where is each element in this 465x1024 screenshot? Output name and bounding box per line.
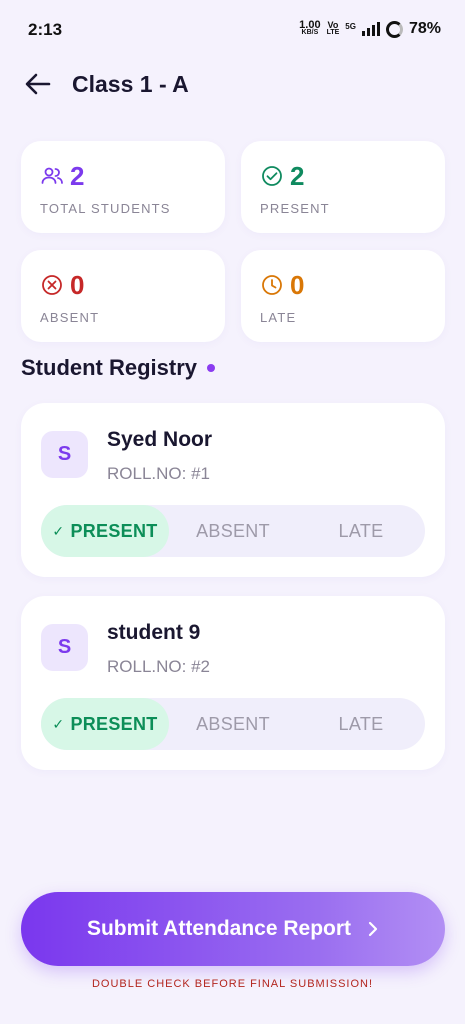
status-bar: 2:13 1.00 KB/S Vo LTE 5G 78% bbox=[0, 0, 465, 60]
live-dot-icon bbox=[207, 364, 216, 372]
avatar: S bbox=[41, 431, 88, 478]
registry-heading: Student Registry bbox=[21, 355, 216, 381]
stat-card-absent: 0 ABSENT bbox=[21, 250, 225, 342]
late-value: 0 bbox=[290, 270, 305, 300]
battery-ring-icon bbox=[385, 20, 403, 38]
present-option[interactable]: ✓ PRESENT bbox=[41, 505, 169, 557]
student-name: Syed Noor bbox=[107, 428, 213, 451]
stat-card-late: 0 LATE bbox=[241, 250, 445, 342]
student-card: S student 9 ROLL.NO: #2 ✓ PRESENT ABSENT… bbox=[21, 596, 445, 770]
chevron-right-icon bbox=[367, 921, 379, 937]
check-icon: ✓ bbox=[52, 715, 65, 732]
student-name: student 9 bbox=[107, 621, 201, 644]
stat-card-present: 2 PRESENT bbox=[241, 141, 445, 233]
avatar: S bbox=[41, 624, 88, 671]
submit-attendance-button[interactable]: Submit Attendance Report bbox=[21, 892, 445, 966]
network-type: 5G bbox=[345, 22, 356, 31]
absent-option[interactable]: ABSENT bbox=[169, 698, 297, 750]
total-students-label: TOTAL STUDENTS bbox=[40, 201, 171, 216]
absent-option[interactable]: ABSENT bbox=[169, 505, 297, 557]
attendance-toggle: ✓ PRESENT ABSENT LATE bbox=[41, 505, 425, 557]
back-button[interactable] bbox=[22, 68, 54, 100]
total-students-value: 2 bbox=[70, 161, 85, 191]
arrow-left-icon bbox=[25, 73, 51, 95]
late-option[interactable]: LATE bbox=[297, 505, 425, 557]
stat-card-total: 2 TOTAL STUDENTS bbox=[21, 141, 225, 233]
users-icon bbox=[40, 164, 64, 188]
battery-level: 78% bbox=[408, 20, 441, 37]
late-label: LATE bbox=[260, 310, 297, 325]
system-icons: 1.00 KB/S Vo LTE 5G 78% bbox=[299, 20, 441, 38]
status-time: 2:13 bbox=[28, 20, 63, 39]
student-card: S Syed Noor ROLL.NO: #1 ✓ PRESENT ABSENT… bbox=[21, 403, 445, 577]
present-label: PRESENT bbox=[260, 201, 330, 216]
student-roll: ROLL.NO: #2 bbox=[107, 657, 210, 676]
submission-warning: DOUBLE CHECK BEFORE FINAL SUBMISSION! bbox=[91, 978, 374, 990]
clock-icon bbox=[260, 273, 284, 297]
signal-icon bbox=[361, 22, 380, 36]
net-speed: 1.00 KB/S bbox=[299, 19, 321, 37]
x-circle-icon bbox=[40, 273, 64, 297]
present-option[interactable]: ✓ PRESENT bbox=[41, 698, 169, 750]
check-icon: ✓ bbox=[52, 522, 65, 539]
volte-icon: Vo LTE bbox=[326, 20, 340, 37]
page-title: Class 1 - A bbox=[72, 70, 189, 97]
absent-value: 0 bbox=[70, 270, 85, 300]
student-roll: ROLL.NO: #1 bbox=[107, 464, 210, 483]
attendance-screen: 2:13 1.00 KB/S Vo LTE 5G 78% Class 1 - A bbox=[0, 0, 465, 1024]
absent-label: ABSENT bbox=[40, 310, 100, 325]
check-circle-icon bbox=[260, 164, 284, 188]
present-value: 2 bbox=[290, 161, 305, 191]
late-option[interactable]: LATE bbox=[297, 698, 425, 750]
header: Class 1 - A bbox=[22, 66, 189, 102]
attendance-toggle: ✓ PRESENT ABSENT LATE bbox=[41, 698, 425, 750]
